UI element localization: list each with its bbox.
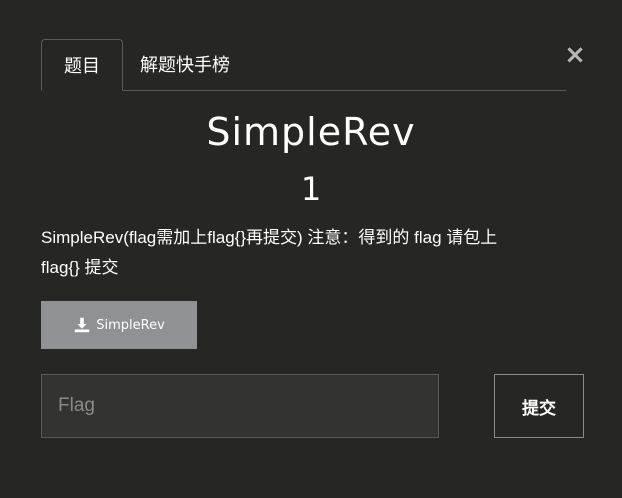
challenge-description: SimpleRev(flag需加上flag{}再提交) 注意：得到的 flag … xyxy=(41,223,581,283)
challenge-points: 1 xyxy=(300,170,322,208)
challenge-modal: × 题目 解题快手榜 SimpleRev 1 SimpleRev(flag需加上… xyxy=(0,0,622,498)
flag-input[interactable] xyxy=(41,374,439,438)
description-line: SimpleRev(flag需加上flag{}再提交) 注意：得到的 flag … xyxy=(41,228,498,247)
download-file-button[interactable]: SimpleRev xyxy=(41,301,197,349)
challenge-tabs: 题目 解题快手榜 xyxy=(41,39,566,91)
tab-challenge[interactable]: 题目 xyxy=(41,39,123,91)
description-line: flag{} 提交 xyxy=(41,258,119,277)
download-file-label: SimpleRev xyxy=(96,317,165,333)
tab-solves-leaderboard[interactable]: 解题快手榜 xyxy=(123,39,247,90)
challenge-title: SimpleRev xyxy=(206,110,416,154)
download-icon xyxy=(75,317,90,333)
submit-flag-button[interactable]: 提交 xyxy=(494,374,584,438)
close-icon[interactable]: × xyxy=(563,40,587,70)
